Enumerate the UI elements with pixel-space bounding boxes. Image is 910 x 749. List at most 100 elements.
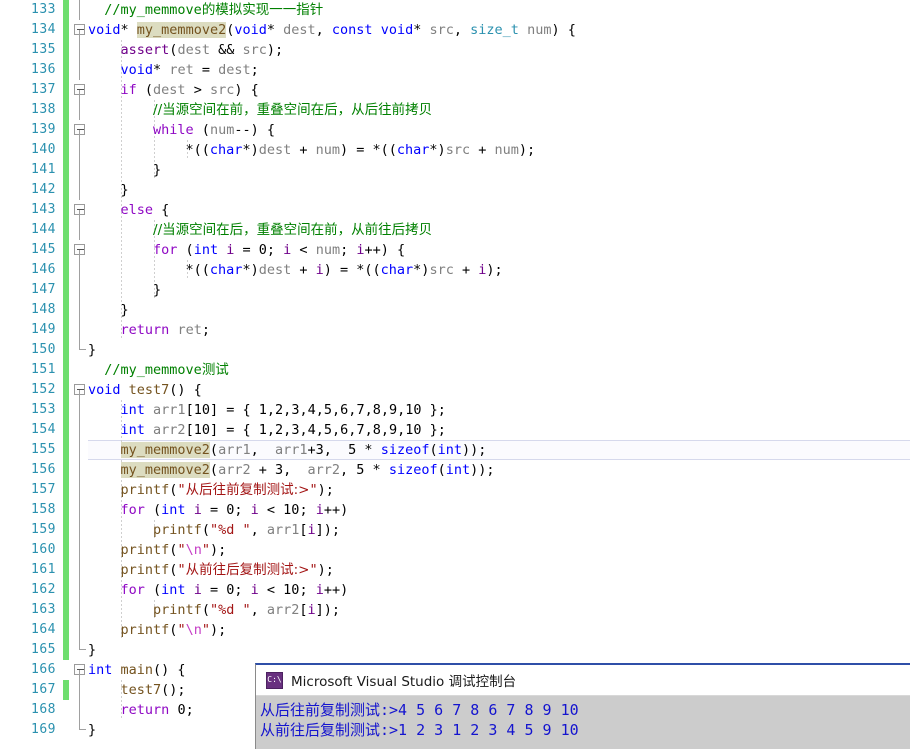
code-text[interactable]: }: [88, 300, 910, 320]
code-text[interactable]: while (num--) {: [88, 120, 910, 140]
code-line[interactable]: 154 int arr2[10] = { 1,2,3,4,5,6,7,8,9,1…: [0, 420, 910, 440]
code-line[interactable]: 136 void* ret = dest;: [0, 60, 910, 80]
code-text[interactable]: int arr2[10] = { 1,2,3,4,5,6,7,8,9,10 };: [88, 420, 910, 440]
code-line[interactable]: 140 *((char*)dest + num) = *((char*)src …: [0, 140, 910, 160]
outlining-column[interactable]: [72, 680, 88, 700]
outlining-column[interactable]: [72, 100, 88, 120]
code-line[interactable]: 145 for (int i = 0; i < num; i++) {: [0, 240, 910, 260]
code-line[interactable]: 153 int arr1[10] = { 1,2,3,4,5,6,7,8,9,1…: [0, 400, 910, 420]
outlining-column[interactable]: [72, 80, 88, 100]
code-text[interactable]: else {: [88, 200, 910, 220]
code-line[interactable]: 137 if (dest > src) {: [0, 80, 910, 100]
code-line[interactable]: 150}: [0, 340, 910, 360]
code-text[interactable]: printf("\n");: [88, 540, 910, 560]
outlining-column[interactable]: [72, 340, 88, 360]
code-text[interactable]: my_memmove2(arr2 + 3, arr2, 5 * sizeof(i…: [88, 460, 910, 480]
code-line[interactable]: 155 my_memmove2(arr1, arr1+3, 5 * sizeof…: [0, 440, 910, 460]
code-line[interactable]: 158 for (int i = 0; i < 10; i++): [0, 500, 910, 520]
code-line[interactable]: 156 my_memmove2(arr2 + 3, arr2, 5 * size…: [0, 460, 910, 480]
code-line[interactable]: 141 }: [0, 160, 910, 180]
code-line[interactable]: 160 printf("\n");: [0, 540, 910, 560]
outlining-column[interactable]: [72, 520, 88, 540]
outlining-column[interactable]: [72, 720, 88, 740]
code-text[interactable]: for (int i = 0; i < 10; i++): [88, 500, 910, 520]
code-text[interactable]: printf("从前往后复制测试:>");: [88, 560, 910, 580]
code-text[interactable]: void* my_memmove2(void* dest, const void…: [88, 20, 910, 40]
code-text[interactable]: *((char*)dest + num) = *((char*)src + nu…: [88, 140, 910, 160]
code-text[interactable]: printf("%d ", arr2[i]);: [88, 600, 910, 620]
outlining-column[interactable]: [72, 300, 88, 320]
outlining-column[interactable]: [72, 200, 88, 220]
code-line[interactable]: 148 }: [0, 300, 910, 320]
outlining-column[interactable]: [72, 460, 88, 480]
code-line[interactable]: 138 //当源空间在前，重叠空间在后，从后往前拷贝: [0, 100, 910, 120]
code-text[interactable]: printf("\n");: [88, 620, 910, 640]
outlining-column[interactable]: [72, 660, 88, 680]
outlining-column[interactable]: [72, 0, 88, 20]
outlining-column[interactable]: [72, 620, 88, 640]
code-text[interactable]: int arr1[10] = { 1,2,3,4,5,6,7,8,9,10 };: [88, 400, 910, 420]
code-line[interactable]: 157 printf("从后往前复制测试:>");: [0, 480, 910, 500]
code-text[interactable]: //当源空间在前，重叠空间在后，从后往前拷贝: [88, 100, 910, 120]
code-line[interactable]: 142 }: [0, 180, 910, 200]
outlining-column[interactable]: [72, 380, 88, 400]
outlining-column[interactable]: [72, 400, 88, 420]
code-line[interactable]: 133 //my_memmove的模拟实现一一指针: [0, 0, 910, 20]
code-text[interactable]: my_memmove2(arr1, arr1+3, 5 * sizeof(int…: [88, 440, 910, 460]
code-line[interactable]: 149 return ret;: [0, 320, 910, 340]
outlining-column[interactable]: [72, 640, 88, 660]
code-line[interactable]: 143 else {: [0, 200, 910, 220]
code-line[interactable]: 165}: [0, 640, 910, 660]
code-line[interactable]: 162 for (int i = 0; i < 10; i++): [0, 580, 910, 600]
code-line[interactable]: 147 }: [0, 280, 910, 300]
code-line[interactable]: 163 printf("%d ", arr2[i]);: [0, 600, 910, 620]
outlining-column[interactable]: [72, 60, 88, 80]
code-text[interactable]: printf("%d ", arr1[i]);: [88, 520, 910, 540]
console-title-bar[interactable]: C:\ Microsoft Visual Studio 调试控制台: [256, 665, 910, 696]
code-text[interactable]: //my_memmove测试: [88, 360, 910, 380]
outlining-column[interactable]: [72, 220, 88, 240]
code-text[interactable]: void test7() {: [88, 380, 910, 400]
outlining-column[interactable]: [72, 480, 88, 500]
outlining-column[interactable]: [72, 240, 88, 260]
outlining-column[interactable]: [72, 120, 88, 140]
code-text[interactable]: for (int i = 0; i < num; i++) {: [88, 240, 910, 260]
code-text[interactable]: if (dest > src) {: [88, 80, 910, 100]
outlining-column[interactable]: [72, 440, 88, 460]
outlining-column[interactable]: [72, 420, 88, 440]
code-text[interactable]: //当源空间在后，重叠空间在前，从前往后拷贝: [88, 220, 910, 240]
debug-console-window[interactable]: C:\ Microsoft Visual Studio 调试控制台 从后往前复制…: [255, 663, 910, 749]
outlining-column[interactable]: [72, 540, 88, 560]
outlining-column[interactable]: [72, 160, 88, 180]
outlining-column[interactable]: [72, 20, 88, 40]
code-line[interactable]: 152 void test7() {: [0, 380, 910, 400]
code-line[interactable]: 151 //my_memmove测试: [0, 360, 910, 380]
code-line[interactable]: 144 //当源空间在后，重叠空间在前，从前往后拷贝: [0, 220, 910, 240]
code-text[interactable]: *((char*)dest + i) = *((char*)src + i);: [88, 260, 910, 280]
code-text[interactable]: void* ret = dest;: [88, 60, 910, 80]
console-output[interactable]: 从后往前复制测试:>4 5 6 7 8 6 7 8 9 10 从前往后复制测试:>…: [256, 696, 910, 740]
outlining-column[interactable]: [72, 580, 88, 600]
code-editor[interactable]: 133 //my_memmove的模拟实现一一指针 134 void* my_mem…: [0, 0, 910, 749]
code-text[interactable]: }: [88, 280, 910, 300]
outlining-column[interactable]: [72, 180, 88, 200]
code-line[interactable]: 161 printf("从前往后复制测试:>");: [0, 560, 910, 580]
code-line[interactable]: 146 *((char*)dest + i) = *((char*)src + …: [0, 260, 910, 280]
outlining-column[interactable]: [72, 260, 88, 280]
code-text[interactable]: }: [88, 640, 910, 660]
code-text[interactable]: return ret;: [88, 320, 910, 340]
outlining-column[interactable]: [72, 40, 88, 60]
code-line[interactable]: 135 assert(dest && src);: [0, 40, 910, 60]
code-text[interactable]: }: [88, 340, 910, 360]
code-line[interactable]: 164 printf("\n");: [0, 620, 910, 640]
outlining-column[interactable]: [72, 280, 88, 300]
code-text[interactable]: }: [88, 160, 910, 180]
code-text[interactable]: //my_memmove的模拟实现一一指针: [88, 0, 910, 20]
code-text[interactable]: }: [88, 180, 910, 200]
code-text[interactable]: printf("从后往前复制测试:>");: [88, 480, 910, 500]
outlining-column[interactable]: [72, 140, 88, 160]
code-line[interactable]: 134 void* my_memmove2(void* dest, const v…: [0, 20, 910, 40]
outlining-column[interactable]: [72, 320, 88, 340]
outlining-column[interactable]: [72, 500, 88, 520]
outlining-column[interactable]: [72, 560, 88, 580]
